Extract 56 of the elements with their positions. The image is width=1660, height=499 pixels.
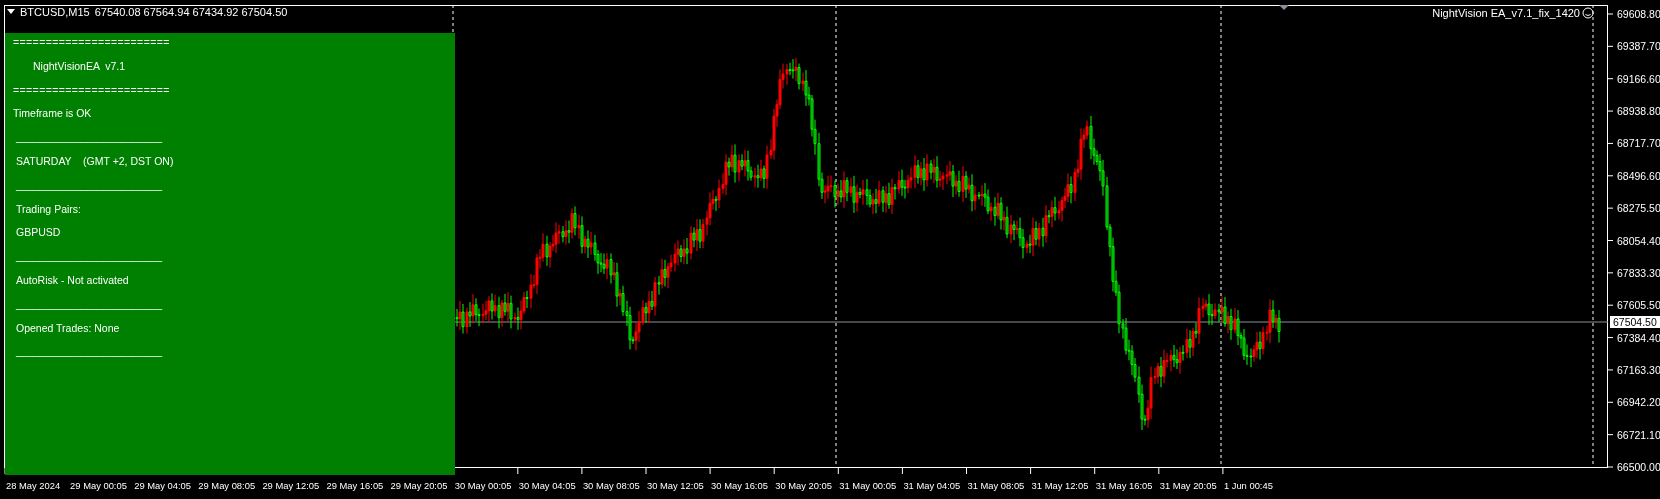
time-label: 29 May 16:05 bbox=[326, 480, 384, 492]
time-label: 31 May 00:05 bbox=[839, 480, 897, 492]
dropdown-icon[interactable] bbox=[7, 9, 15, 15]
time-label: 31 May 20:05 bbox=[1159, 480, 1217, 492]
time-label: 1 Jun 00:45 bbox=[1223, 480, 1273, 492]
time-label: 28 May 2024 bbox=[6, 480, 61, 492]
price-label: 66942.20 bbox=[1617, 396, 1660, 409]
price-label: 68275.50 bbox=[1617, 202, 1660, 215]
status-text: SATURDAY (GMT +2, DST ON) bbox=[15, 154, 175, 169]
price-label: 68054.40 bbox=[1617, 234, 1660, 247]
separator-line: ======================== bbox=[13, 82, 171, 98]
price-label: 67163.30 bbox=[1617, 363, 1660, 376]
separator-line: _________________________ bbox=[15, 344, 163, 360]
current-price-label: 67504.50 bbox=[1610, 316, 1660, 328]
time-label: 31 May 12:05 bbox=[1031, 480, 1089, 492]
time-label: 29 May 12:05 bbox=[262, 480, 320, 492]
price-label: 66500.00 bbox=[1617, 461, 1660, 473]
price-label: 67605.50 bbox=[1617, 299, 1660, 312]
time-label: 31 May 16:05 bbox=[1095, 480, 1153, 492]
price-label: 69608.80 bbox=[1617, 8, 1660, 20]
separator-line: _________________________ bbox=[15, 130, 163, 146]
price-label: 69387.70 bbox=[1617, 40, 1660, 53]
time-label: 30 May 08:05 bbox=[582, 480, 640, 492]
price-label: 66721.10 bbox=[1617, 428, 1660, 441]
time-label: 29 May 00:05 bbox=[70, 480, 127, 492]
price-label: 68938.80 bbox=[1617, 105, 1660, 118]
price-label: 69166.60 bbox=[1617, 72, 1660, 85]
time-label: 30 May 12:05 bbox=[647, 480, 704, 492]
status-text: Timeframe is OK bbox=[13, 106, 93, 122]
price-label: 68496.60 bbox=[1617, 169, 1660, 182]
price-label: 67384.40 bbox=[1617, 331, 1660, 344]
status-text: GBPUSD bbox=[15, 225, 62, 241]
expert-name: NightVision EA_v7.1_fix_1420 bbox=[1432, 6, 1580, 20]
time-label: 29 May 08:05 bbox=[198, 480, 256, 492]
time-label: 29 May 20:05 bbox=[390, 480, 448, 492]
separator-line: _________________________ bbox=[15, 249, 163, 265]
time-label: 31 May 04:05 bbox=[903, 480, 961, 492]
price-label: 68717.70 bbox=[1617, 137, 1660, 150]
time-label: 30 May 16:05 bbox=[711, 480, 768, 492]
status-text: Trading Pairs: bbox=[15, 201, 82, 217]
separator-line: ======================== bbox=[13, 35, 171, 50]
panel-title: NightVisionEA v7.1 bbox=[32, 58, 127, 74]
time-label: 30 May 04:05 bbox=[518, 480, 576, 492]
separator-line: _________________________ bbox=[15, 177, 163, 193]
separator-line: _________________________ bbox=[15, 296, 163, 312]
status-text: AutoRisk - Not activated bbox=[15, 272, 130, 288]
time-label: 31 May 08:05 bbox=[967, 480, 1025, 492]
time-label: 30 May 20:05 bbox=[775, 480, 832, 492]
symbol-label: BTCUSD,M15 bbox=[20, 5, 90, 19]
ohlc-values: 67540.08 67564.94 67434.92 67504.50 bbox=[94, 5, 288, 19]
time-label: 30 May 00:05 bbox=[454, 480, 512, 492]
chart-shift-icon[interactable] bbox=[1279, 5, 1289, 10]
time-label: 29 May 04:05 bbox=[134, 480, 191, 492]
smiley-icon[interactable] bbox=[1582, 7, 1594, 19]
price-label: 67833.30 bbox=[1617, 266, 1660, 279]
status-text: Opened Trades: None bbox=[15, 320, 121, 336]
